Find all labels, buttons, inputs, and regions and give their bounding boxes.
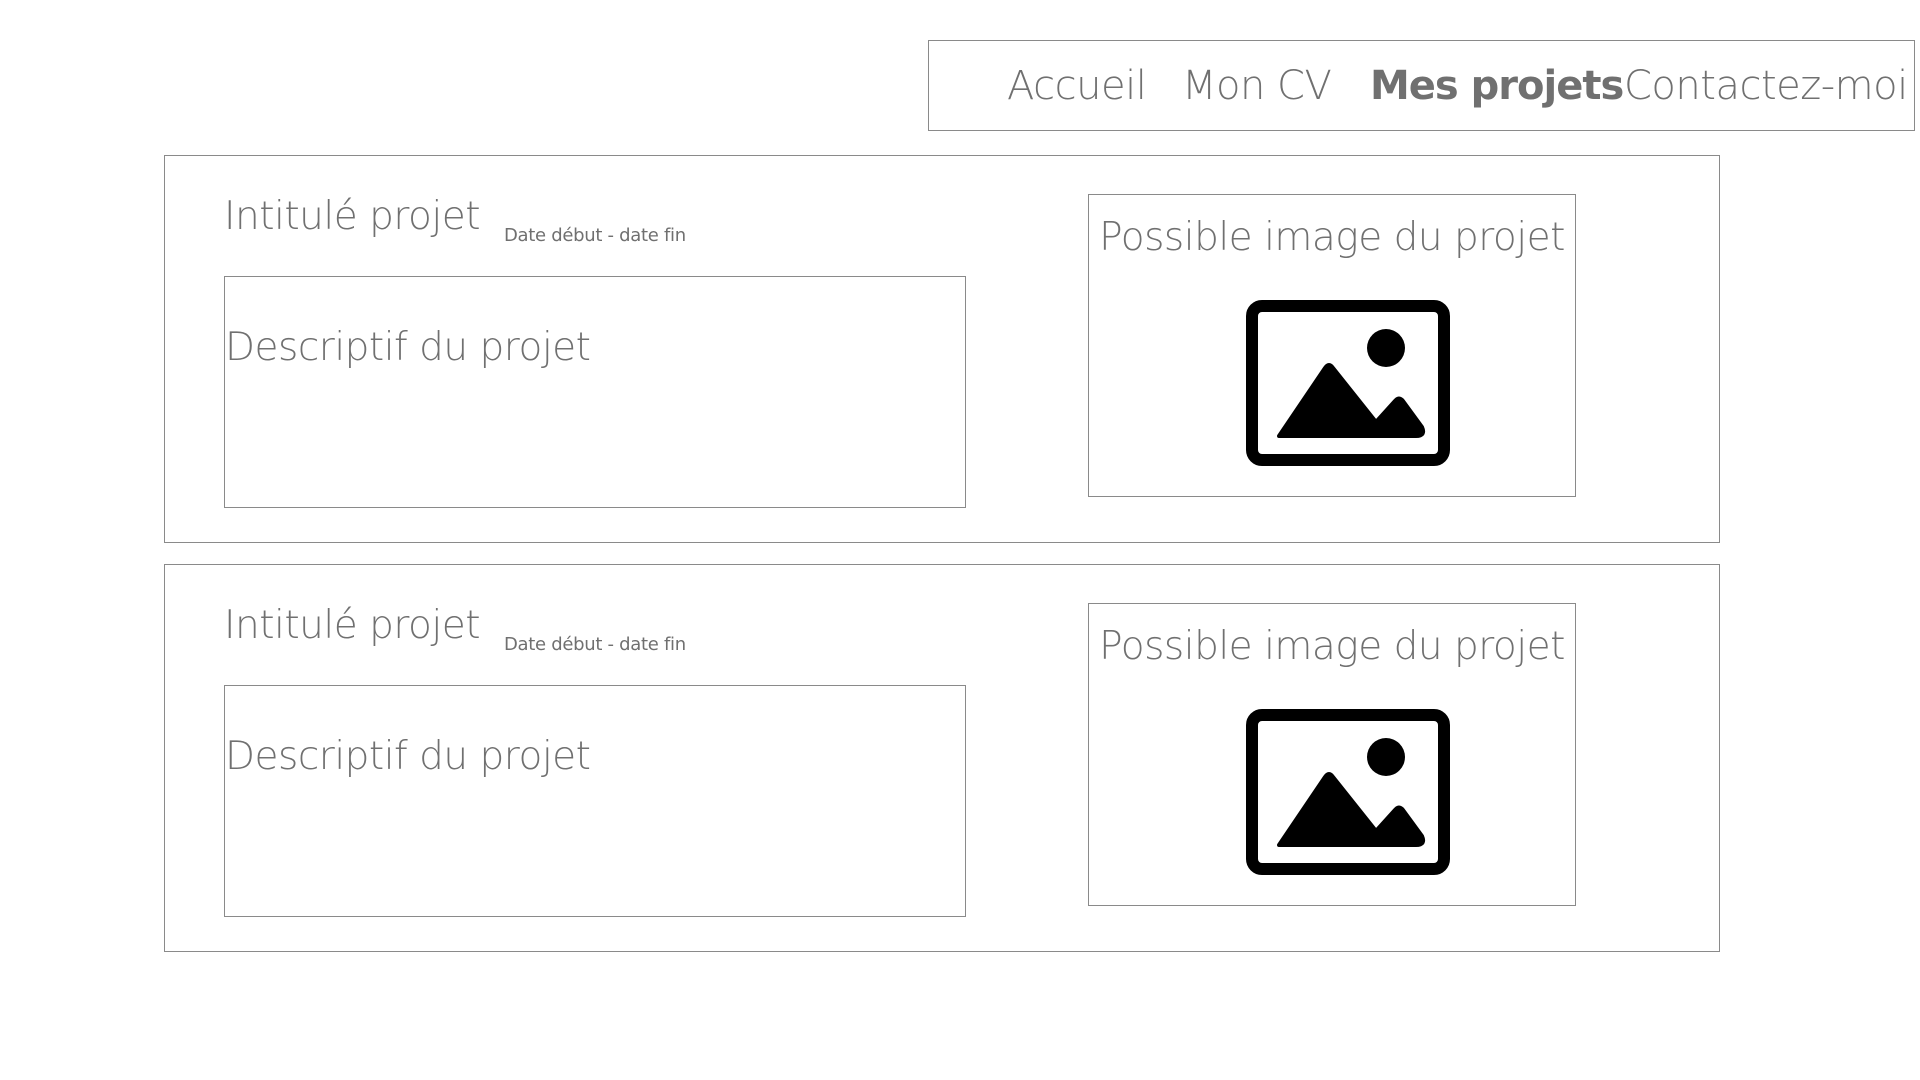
- project-description-box: Descriptif du projet: [224, 276, 966, 508]
- nav-link-mes-projets[interactable]: Mes projets: [1370, 41, 1624, 130]
- project-card: Intitulé projet Date début - date fin De…: [164, 155, 1720, 543]
- image-placeholder-icon: [1246, 709, 1450, 875]
- project-title: Intitulé projet: [224, 194, 481, 239]
- nav-link-mon-cv[interactable]: Mon CV: [1182, 41, 1332, 130]
- project-description: Descriptif du projet: [225, 734, 591, 779]
- project-image-caption: Possible image du projet: [1099, 215, 1565, 260]
- nav-link-contactez-moi[interactable]: Contactez-moi: [1624, 41, 1908, 130]
- project-image-box: Possible image du projet: [1088, 603, 1576, 906]
- project-title: Intitulé projet: [224, 603, 481, 648]
- image-placeholder-icon: [1246, 300, 1450, 466]
- project-image-box: Possible image du projet: [1088, 194, 1576, 497]
- project-image-caption: Possible image du projet: [1099, 624, 1565, 669]
- main-nav: Accueil Mon CV Mes projets Contactez-moi: [928, 40, 1915, 131]
- project-description: Descriptif du projet: [225, 325, 591, 370]
- project-description-box: Descriptif du projet: [224, 685, 966, 917]
- project-dates: Date début - date fin: [504, 225, 686, 246]
- project-dates: Date début - date fin: [504, 634, 686, 655]
- project-card: Intitulé projet Date début - date fin De…: [164, 564, 1720, 952]
- nav-link-accueil[interactable]: Accueil: [1007, 41, 1147, 130]
